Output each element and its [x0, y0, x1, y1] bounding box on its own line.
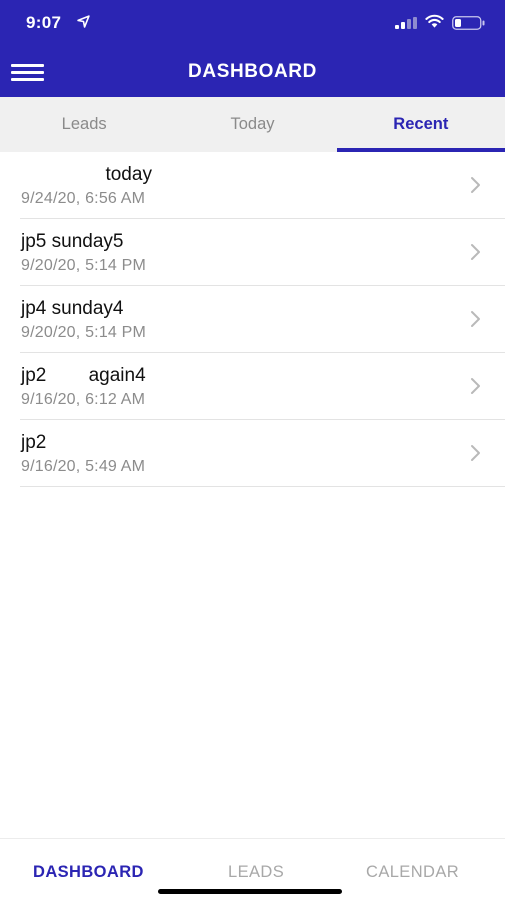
list-item-date: 9/20/20, 5:14 PM [21, 257, 147, 274]
tab-today[interactable]: Today [168, 97, 336, 152]
tab-recent[interactable]: Recent [336, 97, 506, 152]
list-item[interactable]: today 9/24/20, 6:56 AM [20, 152, 505, 219]
list-item-date: 9/24/20, 6:56 AM [21, 190, 146, 207]
list-item-title: jp5 sunday5 [21, 231, 124, 252]
nav-calendar[interactable]: CALENDAR [366, 863, 459, 882]
status-time: 9:07 [26, 13, 62, 32]
list-item-date: 9/20/20, 5:14 PM [21, 324, 147, 341]
app-header: 9:07 DASHBOARD [0, 0, 505, 97]
chevron-right-icon [471, 177, 480, 193]
nav-leads[interactable]: LEADS [228, 863, 284, 882]
recent-list: today 9/24/20, 6:56 AM jp5 sunday5 9/20/… [0, 152, 505, 487]
page-title: DASHBOARD [188, 61, 317, 82]
wifi-icon [425, 14, 444, 28]
chevron-right-icon [471, 445, 480, 461]
chevron-right-icon [471, 311, 480, 327]
chevron-right-icon [471, 244, 480, 260]
list-item-title: jp2 [21, 432, 47, 453]
location-arrow-icon [77, 15, 90, 28]
tab-leads[interactable]: Leads [0, 97, 168, 152]
list-item[interactable]: jp5 sunday5 9/20/20, 5:14 PM [20, 219, 505, 286]
nav-dashboard[interactable]: DASHBOARD [33, 863, 144, 882]
list-item[interactable]: jp4 sunday4 9/20/20, 5:14 PM [20, 286, 505, 353]
tab-bar: Leads Today Recent [0, 97, 506, 152]
battery-icon [452, 16, 485, 30]
list-item-title: jp2 again4 [21, 365, 146, 386]
chevron-right-icon [471, 378, 480, 394]
list-item-title: jp4 sunday4 [21, 298, 124, 319]
signal-icon [395, 17, 417, 29]
bottom-nav: DASHBOARD LEADS CALENDAR [0, 838, 505, 900]
home-indicator [158, 889, 342, 894]
list-item[interactable]: jp2 9/16/20, 5:49 AM [20, 420, 505, 487]
list-item[interactable]: jp2 again4 9/16/20, 6:12 AM [20, 353, 505, 420]
list-item-title: today [21, 164, 152, 185]
list-item-date: 9/16/20, 5:49 AM [21, 458, 146, 475]
list-item-date: 9/16/20, 6:12 AM [21, 391, 146, 408]
